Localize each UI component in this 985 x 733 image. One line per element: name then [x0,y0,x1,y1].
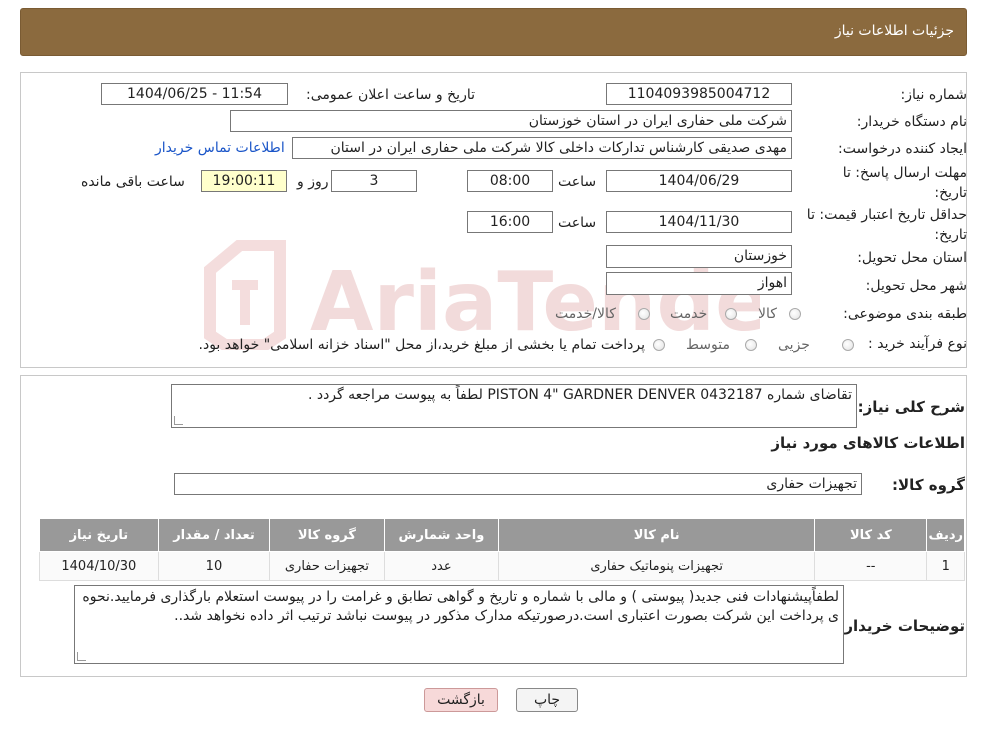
deadline-date-field: 1404/06/29 [606,170,792,192]
col-header-quantity: تعداد / مقدار [157,518,271,552]
col-header-unit: واحد شمارش [383,518,500,552]
process-note: پرداخت تمام یا بخشی از مبلغ خرید،از محل … [198,337,645,353]
col-header-need-date: تاریخ نیاز [39,518,159,552]
process-radio-medium[interactable] [745,339,757,351]
validity-time-field: 16:00 [467,211,553,233]
buyer-org-field: شرکت ملی حفاری ایران در استان خوزستان [230,110,792,132]
cell-item-code: -- [814,551,928,581]
process-label: نوع فرآیند خرید : [868,336,967,352]
col-header-item-code: کد کالا [814,518,928,552]
announce-label: تاریخ و ساعت اعلان عمومی: [306,87,475,103]
back-button[interactable]: بازگشت [424,688,498,712]
remaining-time-label: ساعت باقی مانده [81,174,185,190]
cell-quantity: 10 [157,551,271,581]
validity-date-field: 1404/11/30 [606,211,792,233]
need-number-field: 1104093985004712 [606,83,792,105]
page-header: جزئیات اطلاعات نیاز [20,8,967,56]
items-table-header-row: ردیف کد کالا نام کالا واحد شمارش گروه کا… [39,518,965,552]
cell-need-date: 1404/10/30 [39,551,159,581]
announce-field: 1404/06/25 - 11:54 [101,83,288,105]
col-header-group: گروه کالا [269,518,385,552]
buyer-notes-box: لطفاًپیشنهادات فنی جدید( پیوستی ) و مالی… [74,585,844,664]
col-header-item-name: نام کالا [498,518,816,552]
category-radio-service[interactable] [725,308,737,320]
buyer-org-label: نام دستگاه خریدار: [856,114,967,130]
goods-group-field: تجهیزات حفاری [174,473,862,495]
buyer-notes-text: لطفاًپیشنهادات فنی جدید( پیوستی ) و مالی… [82,589,839,624]
goods-group-label: گروه کالا: [892,476,965,494]
buyer-contact-link[interactable]: اطلاعات تماس خریدار [155,140,285,156]
days-field: 3 [331,170,417,192]
deadline-label-line1: مهلت ارسال پاسخ: تا [842,165,967,181]
cell-group: تجهیزات حفاری [269,551,385,581]
province-field: خوزستان [606,245,792,268]
need-description-text: تقاضای شماره PISTON 4" GARDNER DENVER 04… [307,387,852,403]
creator-label: ایجاد کننده درخواست: [838,141,967,157]
validity-time-label: ساعت [558,215,597,231]
need-description-label: شرح کلی نیاز: [857,398,965,416]
validity-label-line1: حداقل تاریخ اعتبار قیمت: تا [806,207,967,223]
category-radio-goods-service[interactable] [638,308,650,320]
process-option-partial: جزیی [778,337,810,353]
cell-unit: عدد [383,551,500,581]
category-option-goods-service: کالا/خدمت [555,306,616,322]
province-label: استان محل تحویل: [857,250,967,266]
category-radio-goods[interactable] [789,308,801,320]
buyer-notes-label: توضیحات خریدار: [838,617,965,635]
print-button[interactable]: چاپ [516,688,578,712]
process-radio-treasury[interactable] [653,339,665,351]
page-title: جزئیات اطلاعات نیاز [834,23,954,39]
deadline-label-line2: تاریخ: [934,185,967,201]
items-table-wrap: ردیف کد کالا نام کالا واحد شمارش گروه کا… [39,518,965,581]
items-table: ردیف کد کالا نام کالا واحد شمارش گروه کا… [39,518,965,581]
resize-grip-icon[interactable] [77,652,86,661]
process-option-medium: متوسط [686,337,730,353]
cell-item-name: تجهیزات پنوماتیک حفاری [498,551,816,581]
creator-field: مهدی صدیقی کارشناس تداركات داخلی كالا شر… [292,137,792,159]
need-number-label: شماره نیاز: [900,87,968,103]
deadline-time-label: ساعت [558,174,597,190]
validity-label-line2: تاریخ: [934,227,967,243]
days-label: روز و [297,174,329,190]
need-description-box: تقاضای شماره PISTON 4" GARDNER DENVER 04… [171,384,857,428]
items-section-title: اطلاعات کالاهای مورد نیاز [771,434,965,452]
resize-grip-icon[interactable] [174,416,183,425]
category-option-goods: کالا [758,306,777,322]
deadline-label: مهلت ارسال پاسخ: تا تاریخ: [843,163,967,203]
deadline-time-field: 08:00 [467,170,553,192]
category-label: طبقه بندی موضوعی: [843,306,967,322]
city-field: اهواز [606,272,792,295]
cell-row-number: 1 [926,551,965,581]
table-row: 1 -- تجهیزات پنوماتیک حفاری عدد تجهیزات … [39,551,965,581]
city-label: شهر محل تحویل: [865,278,967,294]
validity-label: حداقل تاریخ اعتبار قیمت: تا تاریخ: [807,205,967,245]
col-header-row-number: ردیف [926,518,965,552]
process-radio-partial[interactable] [842,339,854,351]
category-option-service: خدمت [670,306,708,322]
remaining-time-field: 19:00:11 [201,170,287,192]
